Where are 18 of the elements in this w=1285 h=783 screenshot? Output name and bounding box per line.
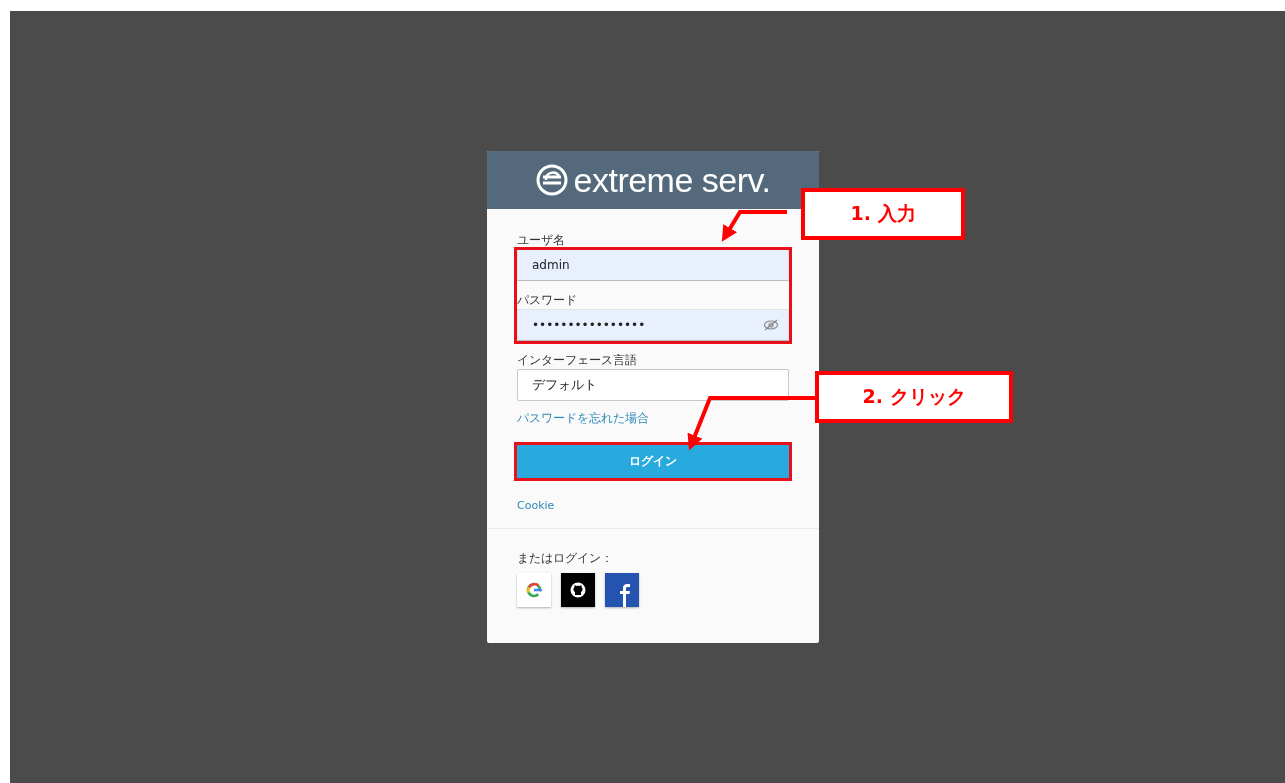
field-label: パスワード <box>517 293 577 307</box>
google-login-button[interactable] <box>517 573 551 607</box>
callout-label: 1. 入力 <box>801 188 965 240</box>
field-label: インターフェース言語 <box>517 353 637 367</box>
eye-slash-icon <box>763 319 779 331</box>
logo-text: extreme serv. <box>573 160 771 200</box>
field-label: ユーザ名 <box>517 233 565 247</box>
logo-icon <box>535 164 568 196</box>
language-select[interactable]: デフォルト <box>517 369 789 401</box>
password-field[interactable]: •••••••••••••••• <box>517 309 789 341</box>
github-login-button[interactable] <box>561 573 595 607</box>
callout-label: 2. クリック <box>815 371 1013 423</box>
arrow <box>721 210 787 242</box>
forgot-password-link[interactable]: パスワードを忘れた場合 <box>517 410 649 426</box>
alt-login-label: またはログイン： <box>517 551 614 566</box>
username-field[interactable]: admin <box>517 249 789 281</box>
cookie-link[interactable]: Cookie <box>517 498 555 514</box>
facebook-login-button[interactable] <box>605 573 639 607</box>
